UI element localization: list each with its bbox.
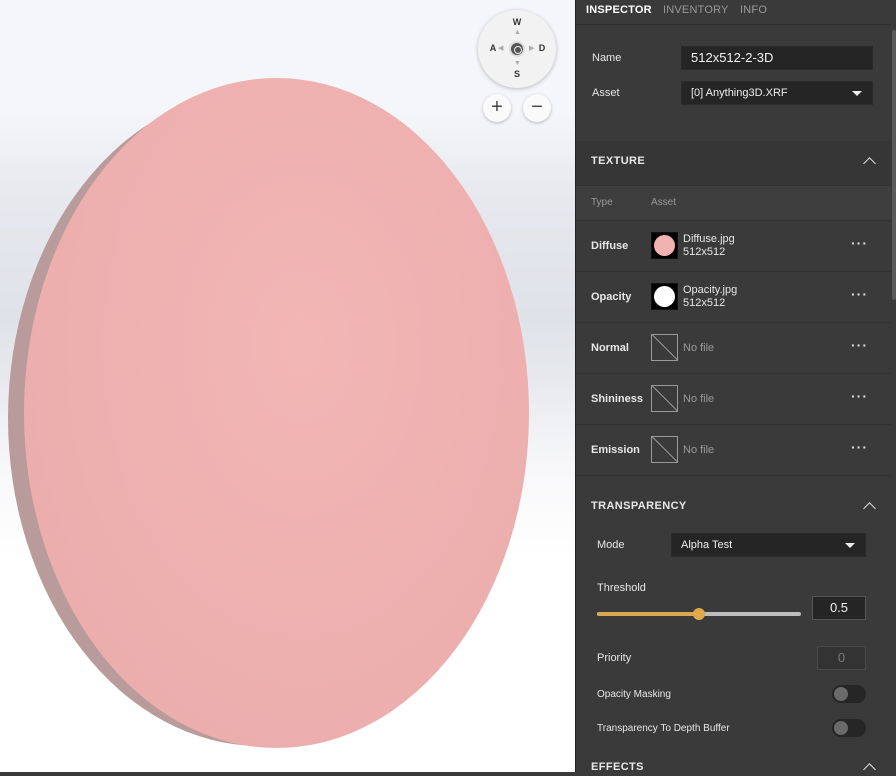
- texture-column-header: Type Asset: [576, 185, 896, 221]
- more-options-icon[interactable]: ···: [851, 337, 868, 353]
- chevron-down-icon: [852, 91, 862, 96]
- disc-model[interactable]: [24, 78, 529, 748]
- chevron-down-icon: [845, 543, 855, 548]
- nav-arrow-left-icon: ◀: [498, 45, 504, 52]
- opacity-masking-label: Opacity Masking: [597, 689, 671, 700]
- texture-type-label: Opacity: [591, 291, 632, 303]
- effects-section-title: EFFECTS: [591, 761, 644, 773]
- nav-arrow-right-icon: ▶: [529, 45, 535, 52]
- nav-key-w[interactable]: W: [511, 17, 523, 27]
- texture-row-shininess[interactable]: Shininess No file ···: [576, 374, 896, 425]
- asset-select-value: [0] Anything3D.XRF: [691, 87, 788, 99]
- transparency-section-title: TRANSPARENCY: [591, 500, 687, 512]
- texture-type-label: Emission: [591, 444, 640, 456]
- texture-type-label: Shininess: [591, 393, 643, 405]
- swatch-circle-icon: [654, 235, 675, 256]
- zoom-out-button[interactable]: −: [523, 94, 551, 122]
- texture-file-info: Opacity.jpg 512x512: [683, 284, 737, 310]
- threshold-slider-fill: [597, 612, 699, 616]
- no-file-label: No file: [683, 342, 715, 354]
- empty-texture-icon[interactable]: [651, 436, 678, 463]
- mode-select[interactable]: Alpha Test: [671, 533, 866, 557]
- more-options-icon[interactable]: ···: [851, 235, 868, 251]
- more-options-icon[interactable]: ···: [851, 388, 868, 404]
- toggle-knob: [834, 721, 848, 735]
- texture-row-emission[interactable]: Emission No file ···: [576, 425, 896, 476]
- opacity-masking-toggle[interactable]: [832, 685, 866, 703]
- texture-row-opacity[interactable]: Opacity Opacity.jpg 512x512 ···: [576, 272, 896, 323]
- depth-buffer-toggle[interactable]: [832, 719, 866, 737]
- mode-select-value: Alpha Test: [681, 539, 733, 551]
- threshold-slider-handle[interactable]: [693, 608, 705, 620]
- priority-label: Priority: [597, 652, 632, 664]
- swatch-circle-icon: [654, 286, 675, 307]
- nav-key-d[interactable]: D: [536, 43, 548, 53]
- tab-inventory[interactable]: INVENTORY: [663, 4, 729, 16]
- texture-file-size: 512x512: [683, 297, 726, 309]
- threshold-label: Threshold: [597, 582, 646, 594]
- navigation-compass[interactable]: W ▲ A ◀ ▶ D ▼ S: [478, 10, 556, 88]
- transparency-section-header[interactable]: TRANSPARENCY: [576, 487, 896, 525]
- empty-texture-icon[interactable]: [651, 334, 678, 361]
- texture-section-header[interactable]: TEXTURE: [576, 141, 896, 185]
- toggle-knob: [834, 687, 848, 701]
- tab-info[interactable]: INFO: [740, 4, 767, 16]
- no-file-label: No file: [683, 393, 715, 405]
- asset-select[interactable]: [0] Anything3D.XRF: [681, 81, 873, 105]
- nav-arrow-up-icon: ▲: [514, 29, 521, 36]
- tab-inspector[interactable]: INSPECTOR: [586, 4, 652, 16]
- texture-type-label: Diffuse: [591, 240, 629, 252]
- texture-file-info: Diffuse.jpg 512x512: [683, 233, 735, 259]
- depth-buffer-label: Transparency To Depth Buffer: [597, 723, 730, 734]
- collapse-chevron-icon[interactable]: [863, 157, 876, 170]
- texture-section-title: TEXTURE: [591, 155, 646, 167]
- nav-center-icon[interactable]: [509, 41, 525, 57]
- panel-tabs: INSPECTOR INVENTORY INFO: [576, 0, 896, 25]
- nav-key-s[interactable]: S: [511, 69, 523, 79]
- more-options-icon[interactable]: ···: [851, 286, 868, 302]
- threshold-input[interactable]: 0.5: [812, 596, 866, 620]
- empty-texture-icon[interactable]: [651, 385, 678, 412]
- col-asset-label: Asset: [651, 197, 677, 208]
- no-file-label: No file: [683, 444, 715, 456]
- inspector-panel: INSPECTOR INVENTORY INFO Name 512x512-2-…: [575, 0, 896, 776]
- panel-scrollbar[interactable]: [891, 0, 896, 772]
- scrollbar-thumb[interactable]: [892, 30, 896, 300]
- texture-row-diffuse[interactable]: Diffuse Diffuse.jpg 512x512 ···: [576, 221, 896, 272]
- more-options-icon[interactable]: ···: [851, 439, 868, 455]
- effects-section-header[interactable]: EFFECTS: [576, 750, 896, 776]
- texture-row-normal[interactable]: Normal No file ···: [576, 323, 896, 374]
- opacity-thumbnail[interactable]: [651, 283, 678, 310]
- asset-label: Asset: [592, 87, 620, 99]
- priority-input[interactable]: 0: [817, 646, 866, 670]
- zoom-in-button[interactable]: +: [483, 94, 511, 122]
- collapse-chevron-icon[interactable]: [863, 763, 876, 776]
- name-field[interactable]: 512x512-2-3D: [681, 46, 873, 70]
- diffuse-thumbnail[interactable]: [651, 232, 678, 259]
- texture-file-name: Diffuse.jpg: [683, 233, 735, 245]
- nav-arrow-down-icon: ▼: [514, 60, 521, 67]
- collapse-chevron-icon[interactable]: [863, 502, 876, 515]
- texture-type-label: Normal: [591, 342, 629, 354]
- 3d-viewport[interactable]: W ▲ A ◀ ▶ D ▼ S + −: [0, 0, 575, 772]
- col-type-label: Type: [591, 197, 613, 208]
- texture-file-name: Opacity.jpg: [683, 284, 738, 296]
- threshold-slider[interactable]: [597, 608, 801, 620]
- name-label: Name: [592, 52, 622, 64]
- mode-label: Mode: [597, 539, 625, 551]
- texture-file-size: 512x512: [683, 246, 726, 258]
